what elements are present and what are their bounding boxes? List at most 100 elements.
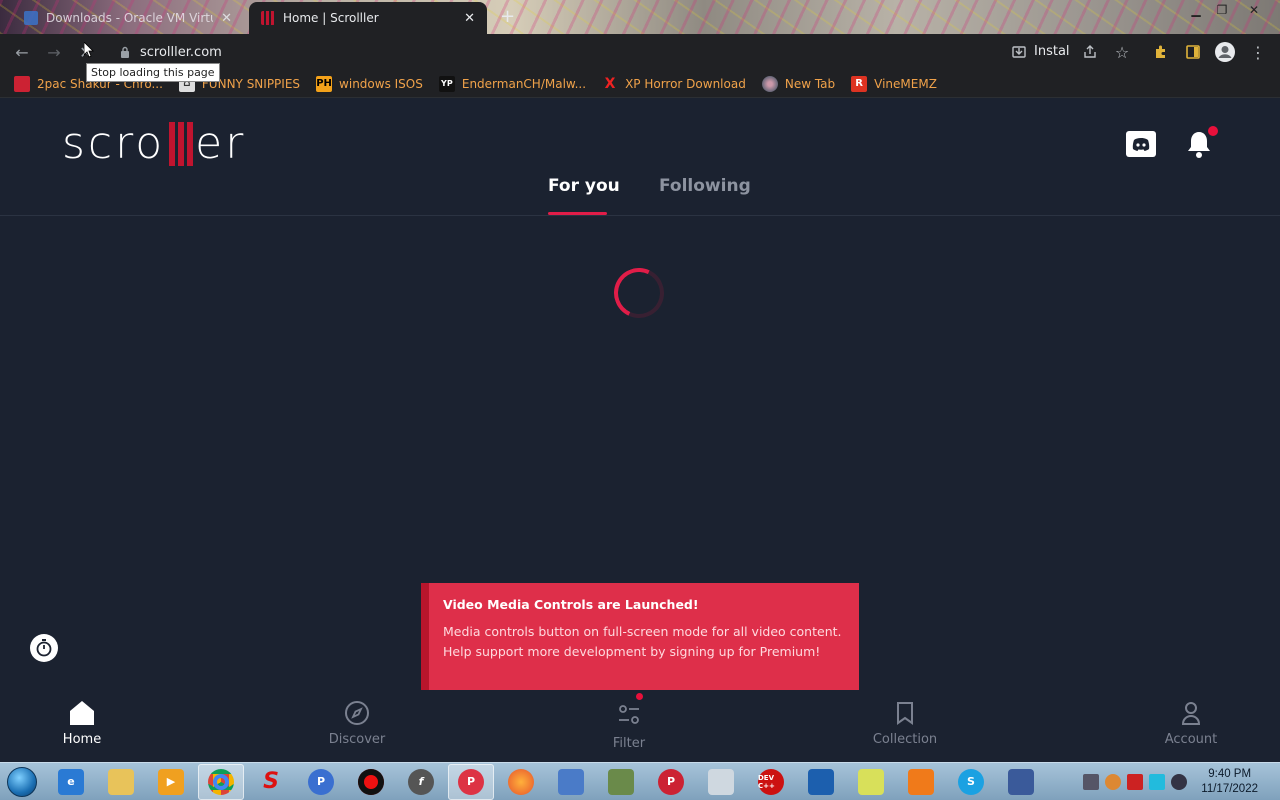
clock-date: 11/17/2022	[1201, 783, 1258, 795]
home-icon	[67, 698, 97, 728]
taskbar-app[interactable]	[598, 764, 644, 800]
extensions-puzzle-icon[interactable]	[1153, 44, 1169, 60]
taskbar-app[interactable]	[548, 764, 594, 800]
taskbar-app[interactable]: S	[948, 764, 994, 800]
s-app-icon: S	[263, 769, 279, 794]
nav-account[interactable]: Account	[1131, 698, 1251, 747]
url-text: scrolller.com	[140, 44, 222, 60]
install-label[interactable]: Instal	[1034, 44, 1070, 59]
window-close-icon[interactable]: ✕	[1240, 0, 1268, 20]
share-icon[interactable]	[1082, 44, 1098, 60]
minimize-icon[interactable]: ▁	[1182, 0, 1210, 20]
taskbar-app[interactable]	[198, 763, 244, 800]
windows-taskbar: e ▶ S P f P P DEV C++ S 9:40 PM 11/17/20…	[0, 762, 1280, 800]
scrolller-logo[interactable]: scro er	[62, 118, 246, 169]
system-clock[interactable]: 9:40 PM 11/17/2022	[1201, 767, 1258, 797]
start-button[interactable]	[0, 763, 44, 800]
close-tab-icon[interactable]: ✕	[464, 11, 475, 26]
taskbar-app[interactable]	[348, 764, 394, 800]
tab-virtualbox[interactable]: Downloads - Oracle VM VirtualBox ✕	[12, 2, 244, 34]
nav-collection[interactable]: Collection	[845, 698, 965, 747]
globe-icon	[761, 75, 778, 92]
bookmark-item[interactable]: PH windows ISOS	[316, 75, 423, 92]
r-icon: R	[851, 75, 868, 92]
side-panel-icon[interactable]	[1185, 44, 1201, 60]
taskbar-app[interactable]: f	[398, 764, 444, 800]
user-icon	[1176, 698, 1206, 728]
feed-tabs: For you Following	[0, 164, 1280, 216]
taskbar-app[interactable]	[98, 764, 144, 800]
back-arrow-icon[interactable]: ←	[12, 42, 32, 62]
taskbar-app[interactable]	[848, 764, 894, 800]
tab-scrolller[interactable]: Home | Scrolller ✕	[249, 2, 487, 34]
tray-search-icon[interactable]	[1105, 774, 1122, 790]
bookmark-item[interactable]: R VineMEMZ	[851, 75, 937, 92]
tab-for-you[interactable]: For you	[548, 176, 620, 196]
internet-explorer-icon: e	[58, 768, 84, 795]
skype-icon: S	[958, 768, 984, 795]
taskbar-app[interactable]	[898, 764, 944, 800]
tab-following[interactable]: Following	[659, 176, 751, 196]
tab-title: Home | Scrolller	[283, 11, 379, 25]
tray-volume-icon[interactable]	[1171, 774, 1188, 790]
recorder-icon	[358, 768, 384, 795]
virtualbox-icon	[808, 768, 834, 795]
bookmark-item[interactable]: YP EndermanCH/Malw...	[438, 75, 586, 92]
taskbar-app[interactable]: S	[248, 764, 294, 800]
bookmark-item[interactable]: X XP Horror Download	[602, 76, 746, 92]
explorer-folder-icon	[108, 768, 134, 795]
restore-icon[interactable]: ❐	[1208, 0, 1236, 20]
notification-dot	[1208, 126, 1218, 136]
nav-label: Discover	[328, 732, 386, 747]
profile-avatar-icon[interactable]	[1214, 41, 1236, 63]
close-tab-icon[interactable]: ✕	[221, 11, 232, 26]
taskbar-app[interactable]	[998, 764, 1044, 800]
taskbar-app[interactable]: e	[48, 764, 94, 800]
taskbar-app[interactable]: P	[298, 764, 344, 800]
toast-body: Media controls button on full-screen mod…	[443, 624, 842, 659]
announcement-toast[interactable]: Video Media Controls are Launched! Media…	[421, 583, 859, 691]
mouse-cursor-icon	[84, 42, 94, 58]
install-app-icon[interactable]	[1011, 44, 1027, 60]
taskbar-app[interactable]: P	[648, 764, 694, 800]
menu-kebab-icon[interactable]: ⋮	[1248, 42, 1268, 62]
address-bar[interactable]: scrolller.com	[110, 38, 1000, 66]
taskbar-app[interactable]: DEV C++	[748, 764, 794, 800]
active-tab-indicator	[548, 212, 607, 215]
bookmark-label: VineMEMZ	[874, 76, 937, 91]
notifications-button[interactable]	[1182, 126, 1218, 162]
taskbar-app[interactable]: P	[448, 763, 494, 800]
scrolller-page: scro er For you Following Video Media Co…	[0, 100, 1280, 762]
lock-icon	[121, 46, 129, 58]
pinball2-icon: P	[658, 768, 684, 795]
forward-arrow-icon[interactable]: →	[44, 42, 64, 62]
nav-filter[interactable]: Filter	[569, 698, 689, 751]
yp-icon: YP	[438, 75, 455, 92]
bookmark-star-icon[interactable]: ☆	[1112, 42, 1132, 62]
nav-discover[interactable]: Discover	[297, 698, 417, 747]
new-tab-button[interactable]: +	[500, 6, 515, 27]
p-app-icon: P	[308, 768, 334, 795]
scrolller-favicon-icon	[261, 11, 275, 25]
discord-button[interactable]	[1124, 128, 1158, 162]
calculator-icon	[708, 768, 734, 795]
calendar-icon	[14, 75, 30, 92]
nav-home[interactable]: Home	[22, 698, 142, 747]
tray-monitor-icon[interactable]	[1149, 774, 1166, 790]
bookmark-item[interactable]: New Tab	[761, 75, 835, 92]
taskbar-app[interactable]	[498, 764, 544, 800]
virtualbox-favicon-icon	[24, 11, 38, 25]
taskbar-app[interactable]: ▶	[148, 764, 194, 800]
tray-app-icon[interactable]	[1083, 774, 1100, 790]
tray-flag-icon[interactable]	[1127, 774, 1144, 790]
uc-browser-icon	[908, 768, 934, 795]
firefox-icon	[508, 768, 534, 795]
games-icon	[608, 768, 634, 795]
logo-text-right: er	[195, 118, 247, 169]
nav-label: Filter	[612, 736, 646, 751]
taskbar-app[interactable]	[798, 764, 844, 800]
taskbar-app[interactable]	[698, 764, 744, 800]
autoscroll-timer-button[interactable]	[30, 634, 58, 662]
bookmark-label: windows ISOS	[339, 76, 423, 91]
logo-text-left: scro	[62, 118, 166, 169]
